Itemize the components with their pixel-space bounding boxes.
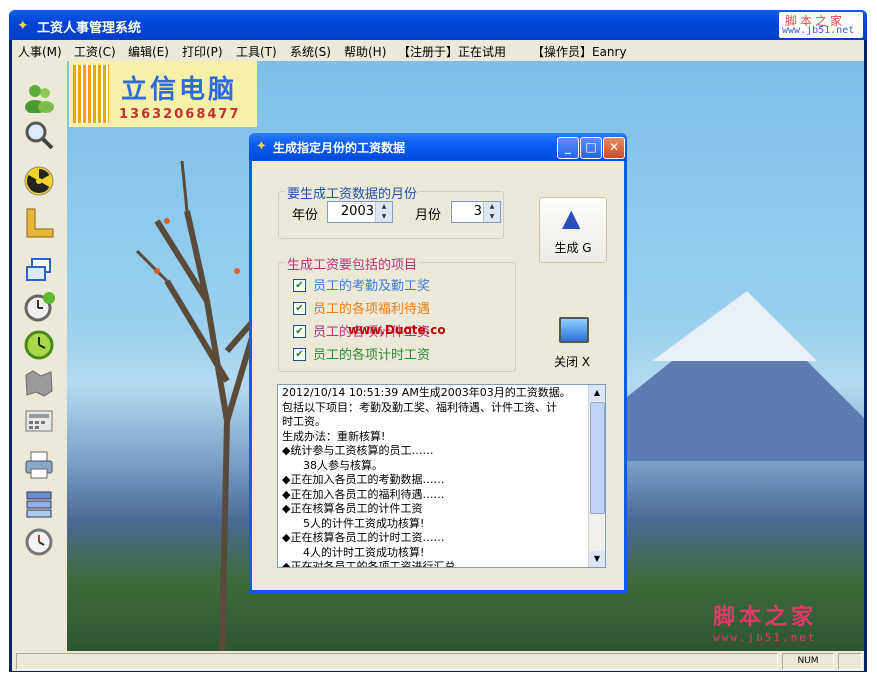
side-toolbar — [12, 61, 68, 651]
attendance-label: 员工的考勤及勤工奖 — [313, 279, 431, 294]
checkbox-attendance[interactable]: ✔ — [293, 279, 306, 292]
radiation-icon[interactable] — [23, 165, 55, 197]
log-line: 生成办法：重新核算! — [282, 429, 386, 443]
log-line: ◆正在对各员工的各项工资进行汇总…… — [282, 560, 478, 568]
month-spin-arrows[interactable]: ▲ ▼ — [483, 202, 500, 222]
window-title: 工资人事管理系统 — [37, 21, 142, 36]
menu-registration[interactable]: 【注册于】正在试用 — [398, 43, 506, 60]
dialog-icon: ✦ — [256, 139, 267, 154]
ruler-icon[interactable] — [23, 207, 55, 239]
log-scrollbar[interactable]: ▲ ▼ — [588, 385, 605, 567]
resize-grip[interactable] — [838, 653, 862, 670]
checkbox-welfare[interactable]: ✔ — [293, 302, 306, 315]
year-spinner[interactable]: 2003 ▲ ▼ — [327, 201, 393, 223]
log-line: 2012/10/14 10:51:39 AM生成2003年03月的工资数据。 — [282, 386, 571, 399]
year-label: 年份 — [292, 208, 319, 223]
month-spinner[interactable]: 3 ▲ ▼ — [451, 201, 501, 223]
windows-icon[interactable] — [23, 253, 55, 285]
items-icon[interactable] — [23, 489, 55, 521]
dialog-title-bar[interactable]: ✦ 生成指定月份的工资数据 _ □ ✕ — [249, 133, 627, 161]
welfare-label: 员工的各项福利待遇 — [313, 302, 431, 317]
logo-barcode — [73, 65, 109, 123]
close-button[interactable]: 关闭 X — [539, 317, 605, 377]
watermark-top: 脚本之家 www.jb51.net — [779, 12, 863, 38]
dialog-body: 要生成工资数据的月份 年份 2003 ▲ ▼ 月份 3 ▲ ▼ 生成工资要包括的项目… — [252, 161, 624, 590]
monitor-icon — [559, 317, 589, 343]
maximize-button[interactable]: □ — [580, 137, 602, 159]
mountain-snow — [652, 291, 817, 361]
items-group: 生成工资要包括的项目 ✔ 员工的考勤及勤工奖 ✔ 员工的各项福利待遇 ✔ 员工的… — [278, 254, 516, 372]
wizard-hat-icon: ▲ — [562, 204, 581, 232]
checkbox-hourly[interactable]: ✔ — [293, 348, 306, 361]
scroll-up-arrow[interactable]: ▲ — [589, 385, 605, 401]
timer-icon[interactable] — [23, 525, 55, 557]
log-line: 4人的计时工资成功核算! — [282, 545, 425, 559]
checkbox-piecework[interactable]: ✔ — [293, 325, 306, 338]
log-content: 2012/10/14 10:51:39 AM生成2003年03月的工资数据。 包括… — [282, 386, 582, 568]
clock-alert-icon[interactable] — [23, 291, 55, 323]
watermark-bottom: 脚本之家 www.jb51.net — [713, 605, 818, 644]
minimize-button[interactable]: _ — [557, 137, 579, 159]
log-line: 包括以下项目：考勤及勤工奖、福利待遇、计件工资、计 — [282, 400, 557, 414]
close-button-label: 关闭 X — [553, 355, 591, 369]
printer-icon[interactable] — [23, 449, 55, 481]
log-line: ◆正在核算各员工的计时工资…… — [282, 531, 445, 544]
log-line: ◆统计参与工资核算的员工…… — [282, 444, 434, 457]
menu-help[interactable]: 帮助(H) — [344, 43, 386, 60]
hourly-label: 员工的各项计时工资 — [313, 348, 431, 363]
clock-green-icon[interactable] — [23, 329, 55, 361]
generate-button-label: 生成 G — [554, 241, 592, 255]
menu-bar: 人事(M) 工资(C) 编辑(E) 打印(P) 工具(T) 系统(S) 帮助(H… — [12, 40, 864, 61]
menu-salary[interactable]: 工资(C) — [74, 43, 116, 60]
generate-salary-dialog: ✦ 生成指定月份的工资数据 _ □ ✕ 要生成工资数据的月份 年份 2003 ▲… — [249, 133, 627, 593]
watermark-duote: www.Duote.co — [348, 323, 446, 337]
logo-phone: 13632068477 — [119, 107, 241, 122]
menu-edit[interactable]: 编辑(E) — [128, 43, 169, 60]
log-line: 5人的计件工资成功核算! — [282, 516, 425, 530]
generate-button[interactable]: ▲ 生成 G — [539, 197, 607, 263]
log-line: ◆正在核算各员工的计件工资 — [282, 502, 423, 515]
log-line: 时工资。 — [282, 415, 326, 428]
status-bar: NUM — [12, 651, 864, 671]
menu-tools[interactable]: 工具(T) — [236, 43, 277, 60]
month-label: 月份 — [415, 208, 442, 223]
users-icon[interactable] — [23, 81, 55, 114]
log-line: ◆正在加入各员工的考勤数据…… — [282, 473, 445, 486]
month-group: 要生成工资数据的月份 年份 2003 ▲ ▼ 月份 3 ▲ ▼ — [278, 183, 504, 239]
menu-personnel[interactable]: 人事(M) — [18, 43, 62, 60]
status-pane-main — [16, 653, 778, 670]
status-num: NUM — [782, 653, 834, 670]
close-window-button[interactable]: ✕ — [603, 137, 625, 159]
logo-name: 立信电脑 — [121, 75, 238, 105]
items-group-title: 生成工资要包括的项目 — [285, 254, 420, 273]
scroll-down-arrow[interactable]: ▼ — [589, 551, 605, 567]
log-line: 38人参与核算。 — [282, 458, 383, 472]
month-value: 3 — [473, 204, 482, 219]
year-spin-arrows[interactable]: ▲ ▼ — [375, 202, 392, 222]
scroll-thumb[interactable] — [590, 402, 605, 514]
log-textarea[interactable]: 2012/10/14 10:51:39 AM生成2003年03月的工资数据。 包括… — [277, 384, 606, 568]
app-icon: ✦ — [17, 18, 29, 34]
year-value: 2003 — [340, 204, 374, 219]
menu-system[interactable]: 系统(S) — [290, 43, 331, 60]
month-group-title: 要生成工资数据的月份 — [285, 183, 420, 202]
search-icon[interactable] — [23, 119, 55, 151]
dialog-title: 生成指定月份的工资数据 — [273, 141, 406, 155]
company-logo: 立信电脑 13632068477 — [69, 61, 257, 127]
calculator-icon[interactable] — [23, 405, 55, 437]
menu-print[interactable]: 打印(P) — [182, 43, 223, 60]
map-icon[interactable] — [23, 367, 55, 399]
log-line: ◆正在加入各员工的福利待遇…… — [282, 487, 445, 501]
title-bar[interactable]: ✦ 工资人事管理系统 脚本之家 www.jb51.net — [9, 10, 867, 40]
menu-operator[interactable]: 【操作员】Eanry — [532, 43, 627, 60]
